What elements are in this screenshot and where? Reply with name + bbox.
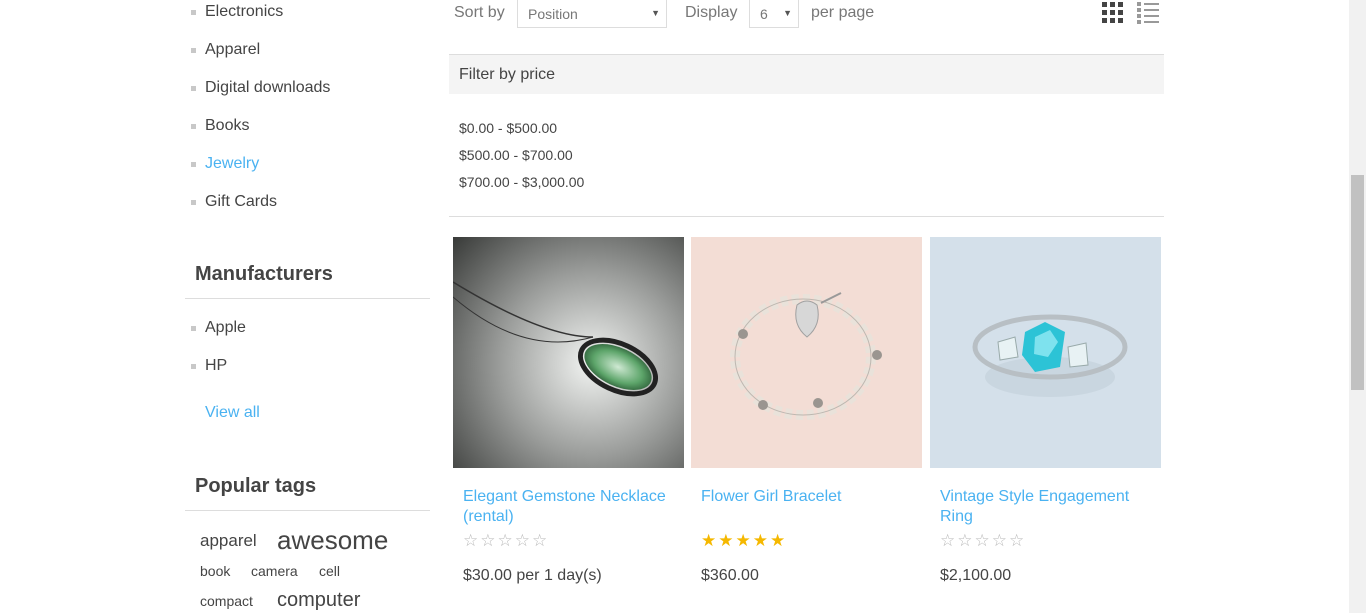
star-icon: ☆	[1009, 531, 1025, 550]
star-icon: ★	[735, 531, 751, 550]
product-image-necklace[interactable]	[453, 237, 684, 468]
product-card: Vintage Style Engagement Ring ☆ ☆ ☆ ☆ ☆ …	[930, 237, 1161, 584]
category-digital-downloads[interactable]: Digital downloads	[191, 76, 330, 100]
product-card: Flower Girl Bracelet ★ ★ ★ ★ ★ $360.00	[691, 237, 922, 584]
price-range-link[interactable]: $500.00 - $700.00	[459, 147, 573, 163]
product-rating: ☆ ☆ ☆ ☆ ☆	[463, 532, 547, 549]
product-price: $30.00 per 1 day(s)	[463, 567, 602, 584]
bullet-icon	[191, 9, 196, 15]
bullet-icon	[191, 199, 196, 205]
sort-by-select[interactable]: Position ▼	[517, 0, 667, 28]
filter-by-price-header[interactable]: Filter by price	[449, 54, 1164, 94]
popular-tags-title: Popular tags	[185, 475, 430, 511]
scrollbar-thumb[interactable]	[1351, 175, 1364, 390]
star-icon: ☆	[532, 531, 548, 550]
tag-awesome[interactable]: awesome	[277, 525, 388, 556]
star-icon: ★	[770, 531, 786, 550]
grid-view-icon[interactable]	[1101, 1, 1125, 25]
category-apparel[interactable]: Apparel	[191, 38, 260, 62]
bullet-icon	[191, 161, 196, 167]
category-electronics[interactable]: Electronics	[191, 0, 283, 24]
page-size-select[interactable]: 6 ▼	[749, 0, 799, 28]
product-price: $360.00	[701, 567, 759, 584]
chevron-down-icon: ▼	[783, 8, 792, 18]
bullet-icon	[191, 363, 196, 369]
manufacturer-hp[interactable]: HP	[191, 354, 227, 378]
tag-apparel[interactable]: apparel	[200, 531, 257, 551]
star-icon: ☆	[463, 531, 479, 550]
price-range-link[interactable]: $700.00 - $3,000.00	[459, 174, 584, 190]
star-icon: ☆	[514, 531, 530, 550]
divider	[449, 216, 1164, 217]
product-image-bracelet[interactable]	[691, 237, 922, 468]
bullet-icon	[191, 325, 196, 331]
star-icon: ☆	[497, 531, 513, 550]
manufacturer-apple[interactable]: Apple	[191, 316, 246, 340]
product-price: $2,100.00	[940, 567, 1012, 584]
bullet-icon	[191, 123, 196, 129]
star-icon: ★	[718, 531, 734, 550]
bullet-icon	[191, 85, 196, 91]
product-title[interactable]: Flower Girl Bracelet	[701, 487, 911, 507]
chevron-down-icon: ▼	[651, 8, 660, 18]
star-icon: ☆	[957, 531, 973, 550]
view-all-manufacturers-link[interactable]: View all	[205, 404, 260, 422]
manufacturers-title: Manufacturers	[185, 263, 430, 299]
category-gift-cards[interactable]: Gift Cards	[191, 190, 277, 214]
sort-by-label: Sort by	[454, 4, 505, 21]
price-range-link[interactable]: $0.00 - $500.00	[459, 120, 557, 136]
tag-camera[interactable]: camera	[251, 563, 298, 579]
star-icon: ☆	[991, 531, 1007, 550]
tag-cell[interactable]: cell	[319, 563, 340, 579]
tag-compact[interactable]: compact	[200, 593, 253, 609]
product-rating: ☆ ☆ ☆ ☆ ☆	[940, 532, 1024, 549]
per-page-label: per page	[811, 4, 875, 21]
tag-book[interactable]: book	[200, 563, 230, 579]
product-image-ring[interactable]	[930, 237, 1161, 468]
product-title[interactable]: Elegant Gemstone Necklace (rental)	[463, 487, 673, 527]
bullet-icon	[191, 47, 196, 53]
star-icon: ☆	[480, 531, 496, 550]
product-card: Elegant Gemstone Necklace (rental) ☆ ☆ ☆…	[453, 237, 684, 584]
star-icon: ☆	[940, 531, 956, 550]
category-jewelry[interactable]: Jewelry	[191, 152, 259, 176]
star-icon: ☆	[974, 531, 990, 550]
star-icon: ★	[752, 531, 768, 550]
product-rating: ★ ★ ★ ★ ★	[701, 532, 785, 549]
star-icon: ★	[701, 531, 717, 550]
display-label: Display	[685, 4, 738, 21]
category-books[interactable]: Books	[191, 114, 249, 138]
product-title[interactable]: Vintage Style Engagement Ring	[940, 487, 1150, 527]
list-view-icon[interactable]	[1136, 1, 1160, 25]
tag-computer[interactable]: computer	[277, 589, 360, 612]
